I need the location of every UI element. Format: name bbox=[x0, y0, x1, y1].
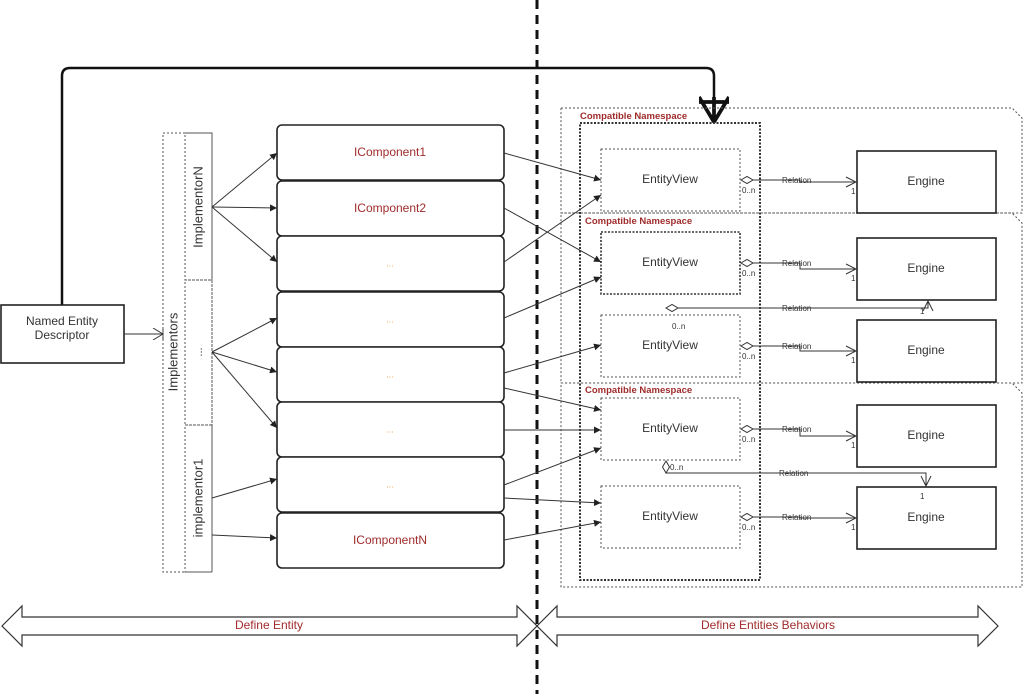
component-view-arrow bbox=[503, 194, 602, 263]
namespace-label: Compatible Namespace bbox=[585, 385, 692, 396]
engine-label: Engine bbox=[907, 510, 945, 524]
engine-label: Engine bbox=[907, 343, 945, 357]
engine-label: Engine bbox=[907, 174, 945, 188]
multiplicity-one: 1 bbox=[851, 274, 856, 283]
entity-view-label: EntityView bbox=[642, 338, 698, 352]
implementor-label: ImplementorN bbox=[190, 166, 205, 248]
multiplicity-many: 0..n bbox=[742, 435, 755, 444]
component-label: ... bbox=[386, 258, 394, 268]
entity-view-label: EntityView bbox=[642, 509, 698, 523]
relation-label: Relation bbox=[782, 342, 811, 351]
define-entity-arrow: Define Entity bbox=[1, 604, 538, 648]
implements-arrow bbox=[211, 351, 278, 429]
multiplicity-one: 1 bbox=[920, 492, 925, 501]
entity-view-label: EntityView bbox=[642, 421, 698, 435]
implements-arrow bbox=[211, 534, 278, 542]
component-view-arrow bbox=[503, 497, 602, 507]
svg-text:Named Entity: Named Entity bbox=[26, 314, 98, 328]
component-view-arrow bbox=[503, 447, 602, 486]
relation-label: Relation bbox=[782, 176, 811, 185]
implements-arrow bbox=[211, 317, 278, 353]
relation-label: Relation bbox=[782, 304, 811, 313]
component-label: ... bbox=[386, 479, 394, 489]
multiplicity-one: 1 bbox=[851, 356, 856, 365]
relation-label: Relation bbox=[782, 425, 811, 434]
component-view-arrow bbox=[503, 343, 602, 374]
component-label: IComponent2 bbox=[354, 201, 426, 215]
relation-label: Relation bbox=[782, 259, 811, 268]
component-view-arrow bbox=[503, 152, 602, 182]
multiplicity-one: 1 bbox=[851, 187, 856, 196]
implements-arrow bbox=[211, 477, 278, 499]
named-entity-descriptor[interactable]: Named Entity Descriptor bbox=[0, 304, 125, 364]
multiplicity-one: 1 bbox=[851, 523, 856, 532]
implementors-title: Implementors bbox=[165, 312, 180, 391]
component-label: ... bbox=[386, 314, 394, 324]
multiplicity-many: 0..n bbox=[742, 523, 755, 532]
svg-text:Descriptor: Descriptor bbox=[35, 328, 90, 342]
implements-arrow bbox=[211, 351, 278, 374]
entity-view-label: EntityView bbox=[642, 255, 698, 269]
implementor-label: implementor1 bbox=[190, 459, 205, 538]
multiplicity-one: 1 bbox=[851, 441, 856, 450]
component-view-arrow bbox=[503, 519, 602, 541]
namespace-label: Compatible Namespace bbox=[580, 111, 687, 122]
multiplicity-many: 0..n bbox=[742, 269, 755, 278]
multiplicity-many: 0..n bbox=[670, 463, 683, 472]
relation-label: Relation bbox=[779, 469, 808, 478]
svg-text:Define Entity: Define Entity bbox=[235, 618, 303, 632]
multiplicity-many: 0..n bbox=[742, 186, 755, 195]
component-label: ... bbox=[386, 369, 394, 379]
multiplicity-many: 0..n bbox=[672, 322, 685, 331]
component-label: IComponentN bbox=[353, 533, 427, 547]
implementor-label: ... bbox=[193, 347, 205, 356]
svg-text:Define Entities Behaviors: Define Entities Behaviors bbox=[701, 618, 835, 632]
architecture-diagram: Compatible Namespace Compatible Namespac… bbox=[0, 0, 1023, 694]
entity-view-label: EntityView bbox=[642, 172, 698, 186]
component-label: IComponent1 bbox=[354, 145, 426, 159]
multiplicity-many: 0..n bbox=[742, 352, 755, 361]
component-view-arrow bbox=[503, 276, 602, 319]
multiplicity-one: 1 bbox=[920, 307, 925, 316]
namespace-label: Compatible Namespace bbox=[585, 216, 692, 227]
engine-label: Engine bbox=[907, 261, 945, 275]
implementors-container: Implementors ImplementorN ... implemento… bbox=[162, 132, 213, 573]
component-label: ... bbox=[386, 424, 394, 434]
implements-arrow bbox=[211, 206, 278, 263]
relation-label: Relation bbox=[782, 513, 811, 522]
implements-arrow bbox=[211, 204, 278, 212]
engine-label: Engine bbox=[907, 428, 945, 442]
define-behaviors-arrow: Define Entities Behaviors bbox=[536, 604, 999, 648]
implements-arrow bbox=[211, 152, 278, 208]
